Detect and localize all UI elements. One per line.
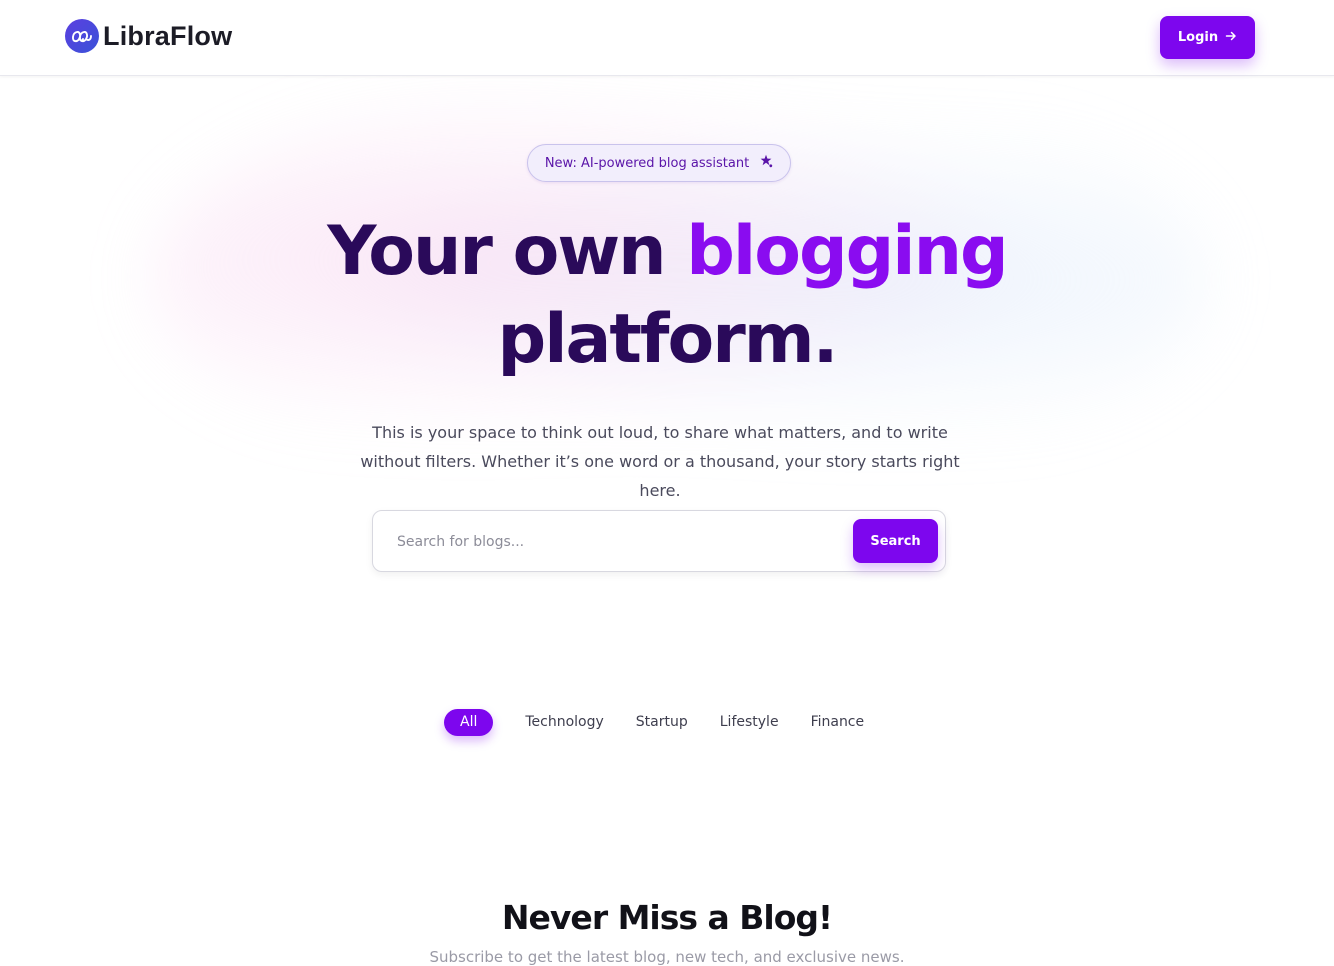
- hero-title: Your own blogging platform.: [0, 208, 1334, 384]
- hero-title-accent: blogging: [686, 212, 1008, 291]
- newsletter-title: Never Miss a Blog!: [501, 898, 833, 937]
- category-finance[interactable]: Finance: [811, 714, 865, 730]
- star-icon: [759, 154, 773, 172]
- announcement-badge[interactable]: New: AI-powered blog assistant: [527, 144, 791, 182]
- category-technology[interactable]: Technology: [525, 714, 603, 730]
- hero-title-part2: platform.: [497, 300, 839, 379]
- newsletter-subtitle: Subscribe to get the latest blog, new te…: [429, 948, 905, 966]
- search-input[interactable]: [387, 525, 837, 559]
- logo[interactable]: LibraFlow: [65, 19, 232, 53]
- main-content: New: AI-powered blog assistant Your own …: [0, 76, 1334, 966]
- top-nav: LibraFlow Login: [0, 0, 1334, 76]
- login-button[interactable]: Login: [1160, 16, 1255, 59]
- hero-title-part1: Your own: [327, 212, 687, 291]
- arrow-right-icon: [1225, 30, 1237, 46]
- login-label: Login: [1177, 30, 1219, 45]
- category-lifestyle[interactable]: Lifestyle: [720, 714, 779, 730]
- brand-name: LibraFlow: [103, 20, 233, 51]
- search-bar: Search: [372, 510, 946, 572]
- category-startup[interactable]: Startup: [636, 714, 688, 730]
- hero-description: This is your space to think out loud, to…: [360, 423, 960, 500]
- infinity-loop-icon: [65, 19, 99, 53]
- category-filters: All Technology Startup Lifestyle Finance: [444, 708, 864, 736]
- category-all[interactable]: All: [444, 708, 494, 736]
- badge-text: New: AI-powered blog assistant: [544, 155, 750, 171]
- search-button[interactable]: Search: [853, 519, 938, 563]
